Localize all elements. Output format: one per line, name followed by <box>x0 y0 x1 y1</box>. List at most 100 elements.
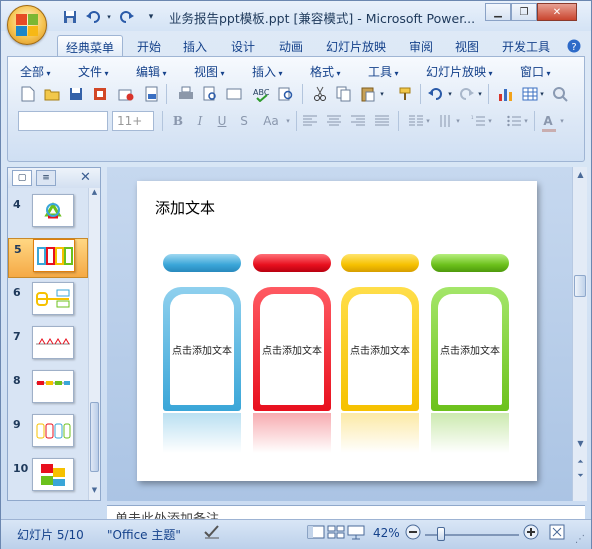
research-icon[interactable] <box>276 84 296 104</box>
menu-insert[interactable]: 插入 <box>252 63 283 80</box>
text-direction-icon[interactable] <box>436 111 456 131</box>
underline-icon[interactable]: U <box>212 111 232 131</box>
justify-icon[interactable] <box>372 111 392 131</box>
pdf-icon[interactable] <box>142 84 162 104</box>
tab-insert[interactable]: 插入 <box>175 35 215 56</box>
menu-edit[interactable]: 编辑 <box>136 63 167 80</box>
zoom-in-icon[interactable] <box>523 524 539 543</box>
normal-view-icon[interactable] <box>307 524 325 543</box>
redo-toolbar-icon[interactable] <box>456 84 476 104</box>
menu-file[interactable]: 文件 <box>78 63 109 80</box>
format-painter-icon[interactable] <box>396 84 416 104</box>
italic-icon[interactable]: I <box>190 111 210 131</box>
table-dropdown-icon[interactable]: ▾ <box>538 84 546 104</box>
menu-window[interactable]: 窗口 <box>520 63 551 80</box>
slides-tab-icon[interactable]: ▢ <box>12 170 32 186</box>
slide-title[interactable]: 添加文本 <box>155 197 215 218</box>
customize-quick-access-icon[interactable]: ▾ <box>145 8 157 26</box>
font-name-combo[interactable] <box>18 111 108 131</box>
shadow-icon[interactable]: S <box>234 111 254 131</box>
paste-dropdown-icon[interactable]: ▾ <box>378 84 386 104</box>
notes-pane[interactable]: 单击此处添加备注 <box>107 505 585 519</box>
spelling-icon[interactable]: ABC <box>252 84 272 104</box>
zoom-slider-thumb[interactable] <box>437 527 445 541</box>
fit-to-window-icon[interactable] <box>549 524 565 543</box>
current-slide[interactable]: 添加文本 点击添加文本 点击添加文本 点击添加文本 点击添加文本 <box>137 181 537 481</box>
tab-developer[interactable]: 开发工具 <box>495 35 557 56</box>
column-text-yellow[interactable]: 点击添加文本 <box>348 294 412 405</box>
tab-home[interactable]: 开始 <box>129 35 169 56</box>
menu-tools[interactable]: 工具 <box>368 63 399 80</box>
next-slide-icon[interactable]: ⏷ <box>574 469 587 482</box>
new-icon[interactable] <box>18 84 38 104</box>
save-icon[interactable] <box>61 8 79 26</box>
minimize-icon[interactable]: ▁ <box>485 3 511 21</box>
numbering-icon[interactable]: 1 <box>468 111 488 131</box>
slide-thumb-5[interactable]: 5 <box>8 238 88 278</box>
open-icon[interactable] <box>42 84 62 104</box>
copy-icon[interactable] <box>334 84 354 104</box>
slides-panel-scrollbar[interactable]: ▲ ▼ <box>88 188 100 500</box>
slide-thumb-4[interactable]: 4 <box>8 194 88 234</box>
redo-list-icon[interactable]: ▾ <box>476 84 484 104</box>
font-color-dropdown-icon[interactable]: ▾ <box>558 111 566 131</box>
outline-tab-icon[interactable]: ≡ <box>36 170 56 186</box>
tab-review[interactable]: 审阅 <box>401 35 441 56</box>
slide-vertical-scrollbar[interactable]: ▲ ▼ ⏶ ⏷ <box>572 167 587 501</box>
column-red[interactable]: 点击添加文本 <box>253 287 331 411</box>
table-icon[interactable] <box>520 84 540 104</box>
align-right-icon[interactable] <box>348 111 368 131</box>
menu-all[interactable]: 全部 <box>20 63 51 80</box>
tab-design[interactable]: 设计 <box>223 35 263 56</box>
tab-view[interactable]: 视图 <box>447 35 487 56</box>
undo-toolbar-icon[interactable] <box>426 84 446 104</box>
bullets-icon[interactable] <box>504 111 524 131</box>
email-icon[interactable] <box>116 84 136 104</box>
slide-thumb-9[interactable]: 9 <box>8 414 88 454</box>
undo-icon[interactable] <box>83 8 105 26</box>
text-direction-dropdown-icon[interactable]: ▾ <box>454 111 462 131</box>
column-text-blue[interactable]: 点击添加文本 <box>170 294 234 405</box>
zoom-level[interactable]: 42% <box>373 526 400 540</box>
scroll-down-icon[interactable]: ▼ <box>574 437 587 450</box>
font-color-icon[interactable]: A <box>538 111 558 131</box>
zoom-toolbar-icon[interactable] <box>550 84 570 104</box>
help-icon[interactable]: ? <box>565 36 583 57</box>
close-panel-icon[interactable]: ✕ <box>80 170 91 185</box>
resize-grip-icon[interactable]: ⋰ <box>575 534 585 545</box>
menu-slideshow[interactable]: 幻灯片放映 <box>426 63 493 80</box>
save-file-icon[interactable] <box>66 84 86 104</box>
office-button[interactable] <box>7 5 47 45</box>
slide-sorter-icon[interactable] <box>327 524 345 543</box>
align-left-icon[interactable] <box>300 111 320 131</box>
numbering-dropdown-icon[interactable]: ▾ <box>486 111 494 131</box>
menu-view[interactable]: 视图 <box>194 63 225 80</box>
bold-icon[interactable]: B <box>168 111 188 131</box>
columns-icon[interactable] <box>406 111 426 131</box>
permission-icon[interactable] <box>90 84 110 104</box>
theme-name[interactable]: "Office 主题" <box>107 526 181 543</box>
slideshow-view-icon[interactable] <box>347 524 365 543</box>
slide-view-icon[interactable] <box>224 84 244 104</box>
tab-slideshow[interactable]: 幻灯片放映 <box>319 35 393 56</box>
print-preview-icon[interactable] <box>200 84 220 104</box>
column-blue[interactable]: 点击添加文本 <box>163 287 241 411</box>
tab-classic-menu[interactable]: 经典菜单 <box>57 35 123 56</box>
undo-list-icon[interactable]: ▾ <box>446 84 454 104</box>
column-text-green[interactable]: 点击添加文本 <box>438 294 502 405</box>
column-yellow[interactable]: 点击添加文本 <box>341 287 419 411</box>
slide-thumb-6[interactable]: 6 <box>8 282 88 322</box>
tab-animation[interactable]: 动画 <box>271 35 311 56</box>
slide-thumb-10[interactable]: 10 <box>8 458 88 498</box>
align-center-icon[interactable] <box>324 111 344 131</box>
zoom-out-icon[interactable] <box>405 524 421 543</box>
print-icon[interactable] <box>176 84 196 104</box>
bullets-dropdown-icon[interactable]: ▾ <box>522 111 530 131</box>
cut-icon[interactable] <box>310 84 330 104</box>
slide-thumb-8[interactable]: 8 <box>8 370 88 410</box>
restore-icon[interactable]: ❐ <box>511 3 537 21</box>
columns-dropdown-icon[interactable]: ▾ <box>424 111 432 131</box>
chart-icon[interactable] <box>496 84 516 104</box>
spell-check-icon[interactable] <box>203 524 221 543</box>
slide-thumb-7[interactable]: 7 <box>8 326 88 366</box>
